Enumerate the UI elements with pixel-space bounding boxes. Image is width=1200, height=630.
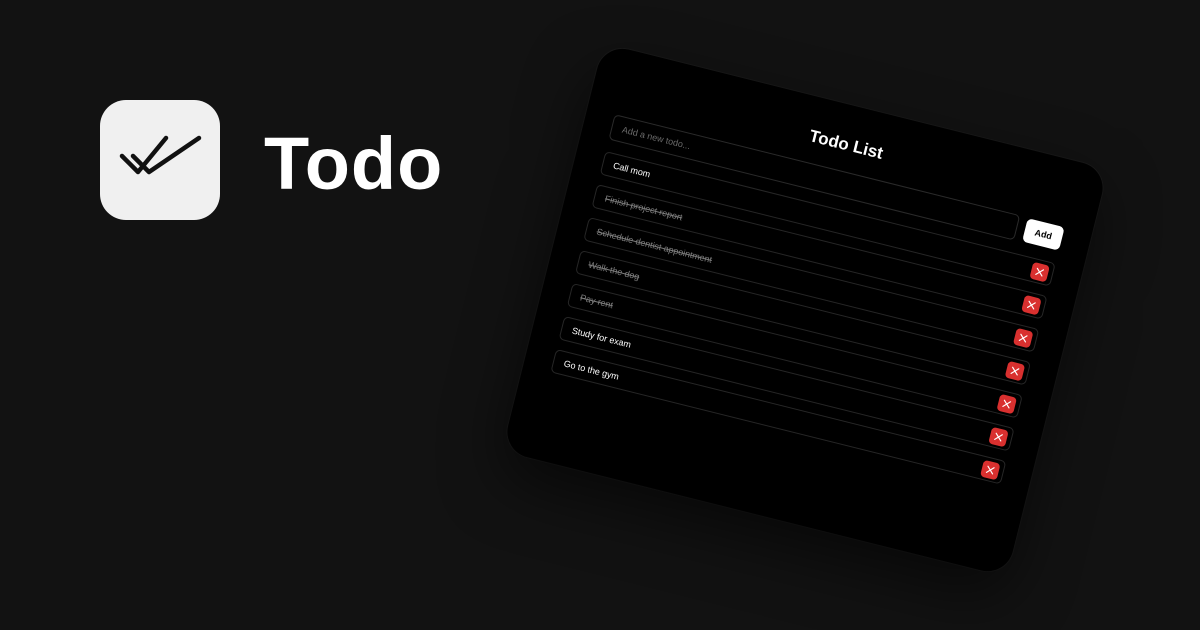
todo-text: Pay rent <box>579 292 615 311</box>
close-icon <box>1035 267 1045 277</box>
close-icon <box>1027 300 1036 310</box>
todo-text: Study for exam <box>570 325 633 350</box>
double-check-icon <box>119 135 202 175</box>
close-icon <box>1018 333 1028 343</box>
canvas: Todo Todo List Add Call mom Finish proje… <box>0 0 1200 630</box>
add-button[interactable]: Add <box>1022 218 1065 251</box>
todo-text: Finish project report <box>603 193 684 223</box>
todo-text: Call mom <box>612 160 652 180</box>
delete-button[interactable] <box>1004 360 1026 381</box>
close-icon <box>1010 366 1020 376</box>
todo-list: Call mom Finish project report Schedule … <box>550 151 1056 485</box>
close-icon <box>994 432 1004 442</box>
delete-button[interactable] <box>1012 327 1034 348</box>
close-icon <box>985 465 995 474</box>
delete-button[interactable] <box>1021 294 1042 315</box>
delete-button[interactable] <box>988 426 1009 447</box>
delete-button[interactable] <box>996 393 1018 414</box>
app-icon-tile <box>100 100 220 220</box>
icon-stroke-right <box>130 135 202 175</box>
close-icon <box>1002 399 1012 409</box>
delete-button[interactable] <box>1029 261 1051 282</box>
todo-text: Walk the dog <box>587 259 641 282</box>
delete-button[interactable] <box>980 459 1001 480</box>
todo-card: Todo List Add Call mom Finish project re… <box>501 43 1109 577</box>
app-title: Todo <box>264 122 444 205</box>
todo-text: Go to the gym <box>562 358 621 382</box>
